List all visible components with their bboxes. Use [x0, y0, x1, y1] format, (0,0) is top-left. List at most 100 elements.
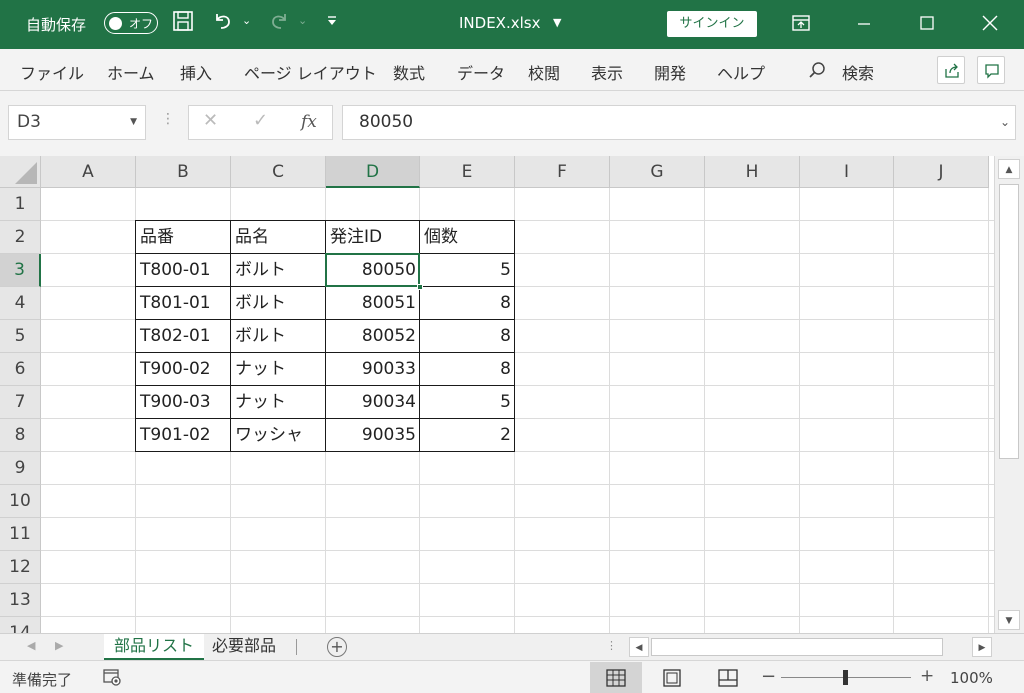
zoom-level[interactable]: 100%	[950, 669, 993, 687]
save-icon[interactable]	[172, 10, 194, 39]
signin-button[interactable]: サインイン	[667, 11, 757, 37]
share-button[interactable]	[937, 56, 965, 84]
expand-formula-icon[interactable]: ⌄	[1000, 106, 1010, 139]
zoom-slider-thumb[interactable]	[843, 670, 848, 685]
vertical-scrollbar[interactable]: ▲ ▼	[994, 156, 1024, 633]
tab-review[interactable]: 校閲	[528, 60, 560, 84]
chevron-down-icon[interactable]: ▼	[553, 16, 561, 29]
active-cell-outline[interactable]	[325, 253, 420, 287]
customize-toolbar-icon[interactable]	[326, 15, 338, 30]
name-box[interactable]: D3 ▼	[8, 105, 146, 140]
table-cell[interactable]: ナット	[231, 386, 326, 419]
row-header-9[interactable]: 9	[0, 452, 41, 485]
scroll-down-icon[interactable]: ▼	[998, 610, 1020, 630]
table-cell[interactable]: ボルト	[231, 287, 326, 320]
row-header-1[interactable]: 1	[0, 188, 41, 221]
column-header-g[interactable]: G	[610, 156, 705, 188]
horizontal-scrollbar[interactable]: ◀ ▶	[627, 636, 994, 658]
worksheet-grid[interactable]: A B C D E F G H I J 1 2 3 4 5 6 7 8 9 10 11 12 13 14 品番 品名 発注ID 個数 T…	[0, 156, 994, 633]
table-cell[interactable]: T900-02	[136, 353, 231, 386]
row-header-14[interactable]: 14	[0, 617, 41, 633]
tab-home[interactable]: ホーム	[107, 60, 155, 84]
table-cell[interactable]: 8	[420, 320, 515, 353]
table-cell[interactable]: 80051	[326, 287, 420, 320]
tab-developer[interactable]: 開発	[654, 60, 686, 84]
table-cell[interactable]: 5	[420, 254, 515, 287]
chevron-down-icon[interactable]: ▼	[130, 106, 137, 139]
table-header-cell[interactable]: 個数	[420, 221, 515, 254]
row-header-10[interactable]: 10	[0, 485, 41, 518]
table-header-cell[interactable]: 発注ID	[326, 221, 420, 254]
prev-sheet-icon[interactable]: ◀	[27, 639, 35, 652]
fill-handle[interactable]	[417, 284, 423, 290]
table-cell[interactable]: T801-01	[136, 287, 231, 320]
table-cell[interactable]: T901-02	[136, 419, 231, 452]
cancel-icon[interactable]: ✕	[203, 110, 218, 131]
table-cell[interactable]: T800-01	[136, 254, 231, 287]
maximize-icon[interactable]	[912, 8, 942, 38]
table-cell[interactable]: ボルト	[231, 320, 326, 353]
row-header-11[interactable]: 11	[0, 518, 41, 551]
column-header-f[interactable]: F	[515, 156, 610, 188]
table-cell[interactable]: ボルト	[231, 254, 326, 287]
formula-input[interactable]: 80050 ⌄	[342, 105, 1016, 140]
table-cell[interactable]: 90034	[326, 386, 420, 419]
row-header-13[interactable]: 13	[0, 584, 41, 617]
horizontal-scroll-thumb[interactable]	[651, 638, 943, 656]
column-header-i[interactable]: I	[800, 156, 894, 188]
page-layout-view-button[interactable]	[646, 662, 698, 693]
table-cell[interactable]: 80052	[326, 320, 420, 353]
ribbon-display-icon[interactable]	[786, 8, 816, 38]
tab-file[interactable]: ファイル	[20, 60, 84, 84]
row-header-8[interactable]: 8	[0, 419, 41, 452]
table-cell[interactable]: T802-01	[136, 320, 231, 353]
row-header-12[interactable]: 12	[0, 551, 41, 584]
check-icon[interactable]: ✓	[253, 110, 268, 131]
table-cell[interactable]: 2	[420, 419, 515, 452]
insert-function-icon[interactable]: fx	[301, 112, 317, 132]
zoom-in-icon[interactable]: +	[920, 666, 934, 686]
select-all-button[interactable]	[0, 156, 41, 188]
minimize-icon[interactable]	[849, 8, 879, 38]
tab-page-layout[interactable]: ページ レイアウト	[244, 60, 377, 84]
scroll-left-icon[interactable]: ◀	[629, 637, 649, 657]
undo-dropdown-icon[interactable]: ⌄	[242, 14, 251, 27]
tab-data[interactable]: データ	[457, 60, 505, 84]
row-header-5[interactable]: 5	[0, 320, 41, 353]
tab-help[interactable]: ヘルプ	[717, 60, 765, 84]
column-header-b[interactable]: B	[136, 156, 231, 188]
add-sheet-icon[interactable]: +	[327, 637, 347, 657]
sheet-tab-required-parts[interactable]: 必要部品	[202, 634, 286, 661]
page-break-view-button[interactable]	[702, 662, 754, 693]
column-header-c[interactable]: C	[231, 156, 326, 188]
normal-view-button[interactable]	[590, 662, 642, 693]
table-cell[interactable]: ナット	[231, 353, 326, 386]
close-icon[interactable]	[975, 8, 1005, 38]
tab-view[interactable]: 表示	[591, 60, 623, 84]
autosave-toggle[interactable]: オフ	[104, 12, 158, 34]
vertical-scroll-thumb[interactable]	[999, 184, 1019, 459]
table-cell[interactable]: 5	[420, 386, 515, 419]
row-header-4[interactable]: 4	[0, 287, 41, 320]
scroll-right-icon[interactable]: ▶	[972, 637, 992, 657]
search-icon[interactable]	[808, 61, 826, 79]
column-header-e[interactable]: E	[420, 156, 515, 188]
zoom-out-icon[interactable]: −	[761, 666, 776, 687]
document-title[interactable]: INDEX.xlsx	[459, 14, 540, 32]
table-cell[interactable]: T900-03	[136, 386, 231, 419]
undo-icon[interactable]	[212, 10, 234, 39]
search-label[interactable]: 検索	[842, 60, 874, 84]
formula-bar-grip-icon[interactable]: ⋮	[161, 111, 175, 127]
row-header-7[interactable]: 7	[0, 386, 41, 419]
tab-split-grip-icon[interactable]: ⋮	[606, 639, 617, 652]
tab-insert[interactable]: 挿入	[180, 60, 212, 84]
row-header-3[interactable]: 3	[0, 254, 41, 287]
column-header-d[interactable]: D	[326, 156, 420, 188]
table-header-cell[interactable]: 品番	[136, 221, 231, 254]
macro-record-icon[interactable]	[103, 669, 121, 686]
table-cell[interactable]: 90035	[326, 419, 420, 452]
scroll-up-icon[interactable]: ▲	[998, 159, 1020, 179]
column-header-a[interactable]: A	[41, 156, 136, 188]
table-cell[interactable]: 90033	[326, 353, 420, 386]
table-cell[interactable]: ワッシャ	[231, 419, 326, 452]
